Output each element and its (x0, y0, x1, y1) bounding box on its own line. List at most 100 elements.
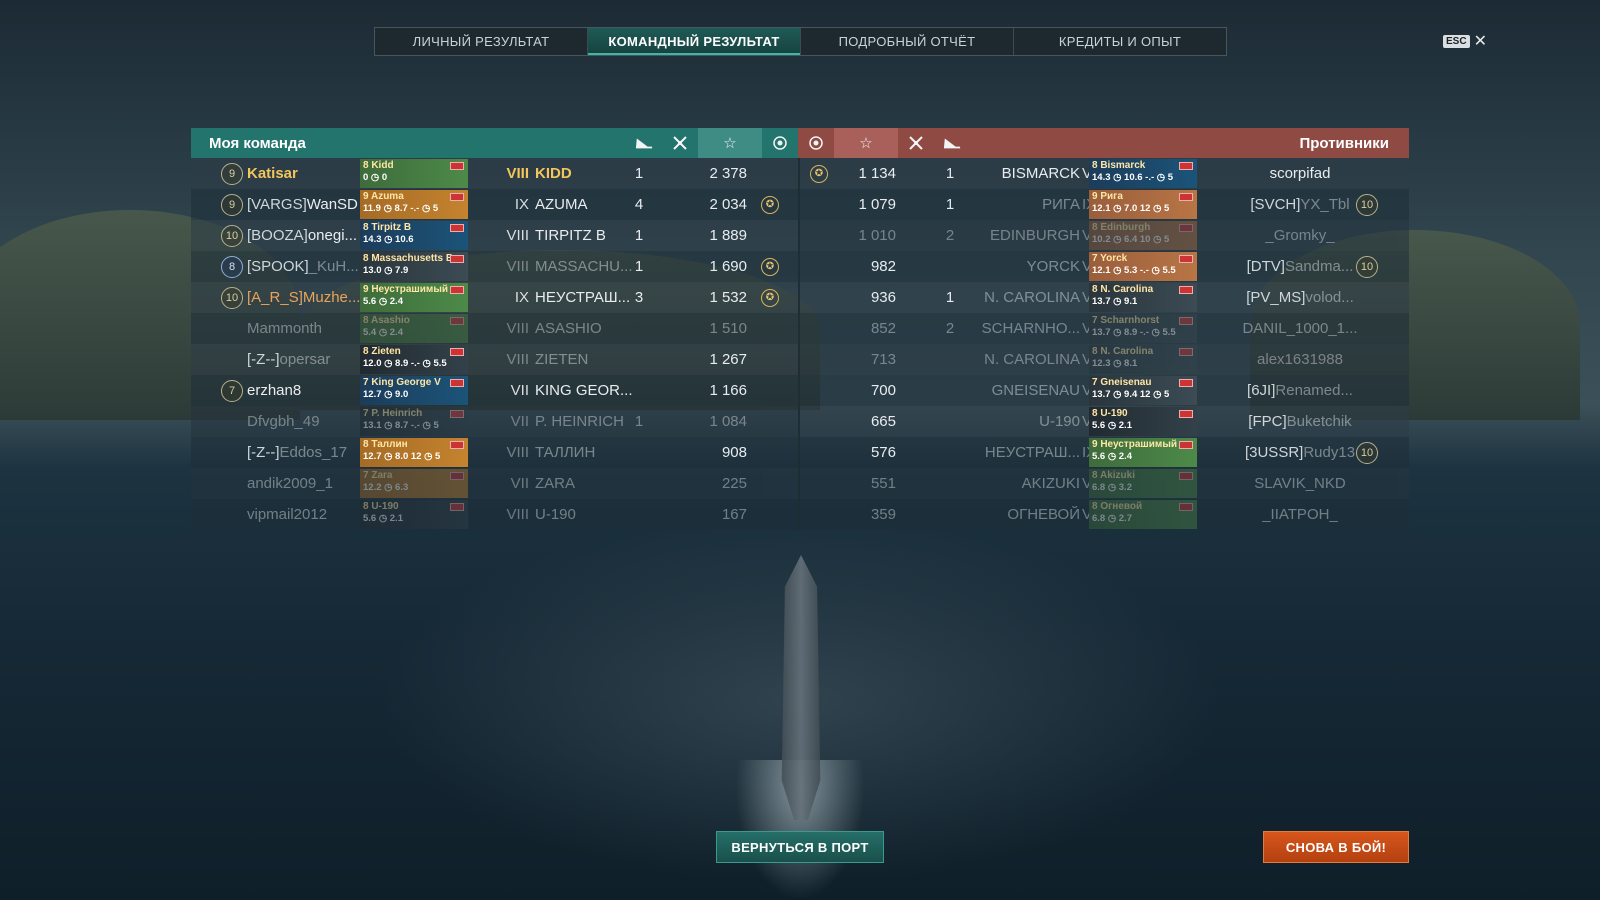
ship-card-stats: 5.6 ◷ 2.1 (1092, 420, 1132, 431)
ship-card[interactable]: 8 Massachusetts B 13.0 ◷ 7.9 (360, 252, 468, 281)
medal-icon[interactable] (798, 128, 834, 158)
ship-card-stats: 6.8 ◷ 3.2 (1092, 482, 1132, 493)
ship-card[interactable]: 8 U-190 5.6 ◷ 2.1 (360, 500, 468, 529)
clan-tag: [DTV] (1246, 258, 1285, 275)
ship-card[interactable]: 9 Azuma 11.9 ◷ 8.7 -.- ◷ 5 (360, 190, 468, 219)
player-name[interactable]: [A_R_S]Muzhe... (247, 289, 367, 306)
player-name[interactable]: vipmail2012 (247, 506, 367, 523)
tab-detailed-report[interactable]: ПОДРОБНЫЙ ОТЧЁТ (801, 28, 1014, 55)
ship-name: U-190 (535, 506, 576, 523)
player-name[interactable]: Mammonth (247, 320, 367, 337)
clan-tag: [3USSR] (1244, 444, 1304, 461)
player-name[interactable]: [BOOZA]onegi... (247, 227, 367, 244)
player-row[interactable]: Mammonth 8 Asashio 5.4 ◷ 2.4 VIII ASASHIO 1 5… (191, 313, 798, 344)
player-row[interactable]: andik2009_1 7 Zara 12.2 ◷ 6.3 VII ZARA 225 (191, 468, 798, 499)
player-name[interactable]: andik2009_1 (247, 475, 367, 492)
base-xp: 225 (721, 475, 747, 492)
player-name[interactable]: [FPC]Buketchik (1220, 413, 1380, 430)
player-row[interactable]: 7 erzhan8 7 King George V 12.7 ◷ 9.0 VII KING… (191, 375, 798, 406)
player-name[interactable]: DANIL_1000_1... (1220, 320, 1380, 337)
enemy-row[interactable]: ✪1 1341BISMARCKVIII8 Bismarck14.3 ◷ 10.6… (800, 158, 1409, 189)
base-xp: 551 (870, 475, 896, 492)
enemy-row[interactable]: 8522SCHARNHO...VII7 Scharnhorst13.7 ◷ 8.… (800, 313, 1409, 344)
player-row[interactable]: [-Z--]Eddos_17 8 Таллин 12.7 ◷ 8.0 12 ◷ 5V… (191, 437, 798, 468)
player-name[interactable]: scorpifad (1220, 165, 1380, 182)
ship-card[interactable]: 7 P. Heinrich 13.1 ◷ 8.7 -.- ◷ 5 (360, 407, 468, 436)
player-name[interactable]: [VARGS]WanSD (247, 196, 367, 213)
enemy-row[interactable]: 576НЕУСТРАШ...IX9 Неустрашимый5.6 ◷ 2.4[… (800, 437, 1409, 468)
player-name[interactable]: [PV_MS]volod... (1220, 289, 1380, 306)
player-name[interactable]: [-Z--]Eddos_17 (247, 444, 367, 461)
enemy-row[interactable]: 665U-190VIII8 U-1905.6 ◷ 2.1[FPC]Buketch… (800, 406, 1409, 437)
ship-card[interactable]: 8 Bismarck 14.3 ◷ 10.6 -.- ◷ 5 (1089, 159, 1197, 188)
ship-card[interactable]: 7 Zara 12.2 ◷ 6.3 (360, 469, 468, 498)
ship-card[interactable]: 8 N. Carolina 12.3 ◷ 8.1 (1089, 345, 1197, 374)
player-nick: Renamed... (1275, 382, 1353, 399)
player-row[interactable]: 9 Katisar 8 Kidd 0 ◷ 0 VIII KIDD 1 2 378 (191, 158, 798, 189)
player-name[interactable]: Dfvgbh_49 (247, 413, 367, 430)
player-row[interactable]: 10 [A_R_S]Muzhe... 9 Неустрашимый 5.6 ◷ 2.4… (191, 282, 798, 313)
player-row[interactable]: [-Z--]opersar 8 Zieten 12.0 ◷ 8.9 -.- ◷ 5.… (191, 344, 798, 375)
ship-card[interactable]: 7 Gneisenau 13.7 ◷ 9.4 12 ◷ 5 (1089, 376, 1197, 405)
player-row[interactable]: 10 [BOOZA]onegi... 8 Tirpitz B 14.3 ◷ 10.6 V… (191, 220, 798, 251)
player-nick: _Gromky_ (1265, 227, 1335, 244)
player-row[interactable]: Dfvgbh_49 7 P. Heinrich 13.1 ◷ 8.7 -.- ◷ 5… (191, 406, 798, 437)
medal-icon: ✪ (810, 164, 828, 183)
player-name[interactable]: [6JI]Renamed... (1220, 382, 1380, 399)
ship-card[interactable]: 8 Kidd 0 ◷ 0 (360, 159, 468, 188)
ship-card[interactable]: 7 King George V 12.7 ◷ 9.0 (360, 376, 468, 405)
ship-card[interactable]: 8 Tirpitz B 14.3 ◷ 10.6 (360, 221, 468, 250)
tab-team-result[interactable]: КОМАНДНЫЙ РЕЗУЛЬТАТ (588, 28, 801, 55)
enemy-row[interactable]: 1 0102EDINBURGHVIII8 Edinburgh10.2 ◷ 6.4… (800, 220, 1409, 251)
ship-card[interactable]: 8 N. Carolina 13.7 ◷ 9.1 (1089, 283, 1197, 312)
enemy-row[interactable]: 1 0791РИГАIX9 Рига12.1 ◷ 7.0 12 ◷ 5[SVCH… (800, 189, 1409, 220)
close-button[interactable]: ESC ✕ (1443, 31, 1487, 51)
base-xp: 1 010 (858, 227, 896, 244)
ship-card[interactable]: 8 Edinburgh 10.2 ◷ 6.4 10 ◷ 5 (1089, 221, 1197, 250)
ship-card[interactable]: 9 Неустрашимый 5.6 ◷ 2.4 (360, 283, 468, 312)
ship-card[interactable]: 8 Asashio 5.4 ◷ 2.4 (360, 314, 468, 343)
player-name[interactable]: Katisar (247, 165, 367, 182)
tab-personal-result[interactable]: ЛИЧНЫЙ РЕЗУЛЬТАТ (375, 28, 588, 55)
ship-card[interactable]: 8 U-190 5.6 ◷ 2.1 (1089, 407, 1197, 436)
star-icon[interactable]: ☆ (834, 128, 898, 158)
ship-card[interactable]: 8 Огневой 6.8 ◷ 2.7 (1089, 500, 1197, 529)
player-name[interactable]: SLAVIK_NKD (1220, 475, 1380, 492)
tab-credits-xp[interactable]: КРЕДИТЫ И ОПЫТ (1014, 28, 1226, 55)
player-name[interactable]: erzhan8 (247, 382, 367, 399)
enemy-row[interactable]: 359ОГНЕВОЙVIII8 Огневой6.8 ◷ 2.7_IIATPOH… (800, 499, 1409, 530)
ship-card[interactable]: 8 Zieten 12.0 ◷ 8.9 -.- ◷ 5.5 (360, 345, 468, 374)
planes-destroyed-icon[interactable] (898, 128, 934, 158)
player-name[interactable]: _IIATPOH_ (1220, 506, 1380, 523)
player-name[interactable]: alex1631988 (1220, 351, 1380, 368)
ship-card[interactable]: 9 Рига 12.1 ◷ 7.0 12 ◷ 5 (1089, 190, 1197, 219)
ship-name: ZIETEN (535, 351, 589, 368)
enemy-row[interactable]: 982YORCKVII7 Yorck12.1 ◷ 5.3 -.- ◷ 5.5[D… (800, 251, 1409, 282)
enemy-row[interactable]: 700GNEISENAUVII7 Gneisenau13.7 ◷ 9.4 12 … (800, 375, 1409, 406)
player-name[interactable]: _Gromky_ (1220, 227, 1380, 244)
player-name[interactable]: [SPOOK]_KuH... (247, 258, 367, 275)
player-row[interactable]: vipmail2012 8 U-190 5.6 ◷ 2.1 VIII U-190 167 (191, 499, 798, 530)
battle-again-button[interactable]: СНОВА В БОЙ! (1263, 831, 1409, 863)
ship-sunk-icon[interactable] (934, 128, 970, 158)
player-name[interactable]: [-Z--]opersar (247, 351, 367, 368)
planes-destroyed-icon[interactable] (662, 128, 698, 158)
ship-card[interactable]: 7 Scharnhorst 13.7 ◷ 8.9 -.- ◷ 5.5 (1089, 314, 1197, 343)
ship-name: P. HEINRICH (535, 413, 624, 430)
ship-card[interactable]: 8 Akizuki 6.8 ◷ 3.2 (1089, 469, 1197, 498)
player-nick: Mammonth (247, 320, 323, 337)
base-xp: 936 (870, 289, 896, 306)
ship-sunk-icon[interactable] (626, 128, 662, 158)
enemy-row[interactable]: 713N. CAROLINAVIII8 N. Carolina12.3 ◷ 8.… (800, 344, 1409, 375)
return-to-port-button[interactable]: ВЕРНУТЬСЯ В ПОРТ (716, 831, 884, 863)
enemy-row[interactable]: 551AKIZUKIVIII8 Akizuki6.8 ◷ 3.2SLAVIK_N… (800, 468, 1409, 499)
medal-icon[interactable] (762, 128, 798, 158)
player-row[interactable]: 8 [SPOOK]_KuH... 8 Massachusetts B 13.0 ◷ 7… (191, 251, 798, 282)
ship-card[interactable]: 9 Неустрашимый 5.6 ◷ 2.4 (1089, 438, 1197, 467)
star-icon[interactable]: ☆ (698, 128, 762, 158)
ship-card[interactable]: 7 Yorck 12.1 ◷ 5.3 -.- ◷ 5.5 (1089, 252, 1197, 281)
ship-card[interactable]: 8 Таллин 12.7 ◷ 8.0 12 ◷ 5 (360, 438, 468, 467)
player-row[interactable]: 9 [VARGS]WanSD 9 Azuma 11.9 ◷ 8.7 -.- ◷ 5 IX… (191, 189, 798, 220)
enemy-row[interactable]: 9361N. CAROLINAVIII8 N. Carolina13.7 ◷ 9… (800, 282, 1409, 313)
base-xp: 1 166 (709, 382, 747, 399)
